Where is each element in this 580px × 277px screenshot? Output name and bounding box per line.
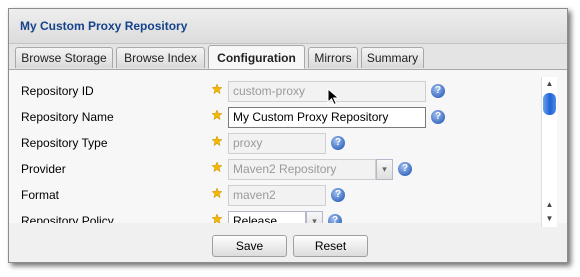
tab-configuration[interactable]: Configuration [208,45,305,69]
repository-id-row: Repository ID custom-proxy ? [9,79,539,103]
repository-policy-row: Repository Policy Release ▾ ? [9,209,539,223]
scroll-up-icon[interactable]: ▲ [542,198,557,212]
help-icon[interactable]: ? [431,84,445,98]
repository-name-field[interactable]: My Custom Proxy Repository [228,107,426,128]
provider-row: Provider Maven2 Repository ▾ ? [9,157,539,181]
provider-field[interactable]: Maven2 Repository [228,159,376,180]
repository-type-field[interactable]: proxy [228,133,326,154]
chevron-down-icon[interactable]: ▾ [306,211,323,223]
required-star-icon [212,84,222,94]
reset-button[interactable]: Reset [293,235,368,257]
repository-policy-label: Repository Policy [21,214,114,223]
scroll-down-icon[interactable]: ▼ [542,212,557,226]
help-icon[interactable]: ? [328,214,342,223]
repository-panel: My Custom Proxy Repository Browse Storag… [8,8,568,263]
chevron-down-icon[interactable]: ▾ [376,159,393,180]
help-icon[interactable]: ? [331,188,345,202]
tab-mirrors[interactable]: Mirrors [308,47,358,68]
repository-name-label: Repository Name [21,110,114,124]
tab-browse-index[interactable]: Browse Index [116,47,205,68]
required-star-icon [212,162,222,172]
required-star-icon [212,214,222,223]
required-star-icon [212,136,222,146]
provider-label: Provider [21,162,66,176]
repository-type-label: Repository Type [21,136,108,150]
help-icon[interactable]: ? [398,162,412,176]
tab-browse-storage[interactable]: Browse Storage [15,47,113,68]
form-scrollbar[interactable]: ▲ ▲ ▼ [541,77,557,227]
configuration-form: Repository ID custom-proxy ? Repository … [9,70,567,223]
required-star-icon [212,188,222,198]
repository-type-row: Repository Type proxy ? [9,131,539,155]
save-button[interactable]: Save [212,235,287,257]
scroll-up-icon[interactable]: ▲ [542,77,557,91]
tab-bar: Browse Storage Browse Index Configuratio… [9,44,567,70]
scroll-thumb[interactable] [543,93,556,115]
help-icon[interactable]: ? [331,136,345,150]
help-icon[interactable]: ? [431,110,445,124]
panel-title: My Custom Proxy Repository [9,9,567,44]
format-row: Format maven2 ? [9,183,539,207]
repository-name-row: Repository Name My Custom Proxy Reposito… [9,105,539,129]
format-field[interactable]: maven2 [228,185,326,206]
tab-summary[interactable]: Summary [361,47,424,68]
repository-id-label: Repository ID [21,84,94,98]
format-label: Format [21,188,60,202]
required-star-icon [212,110,222,120]
repository-policy-field[interactable]: Release [228,211,306,223]
mouse-pointer-icon [327,88,340,106]
